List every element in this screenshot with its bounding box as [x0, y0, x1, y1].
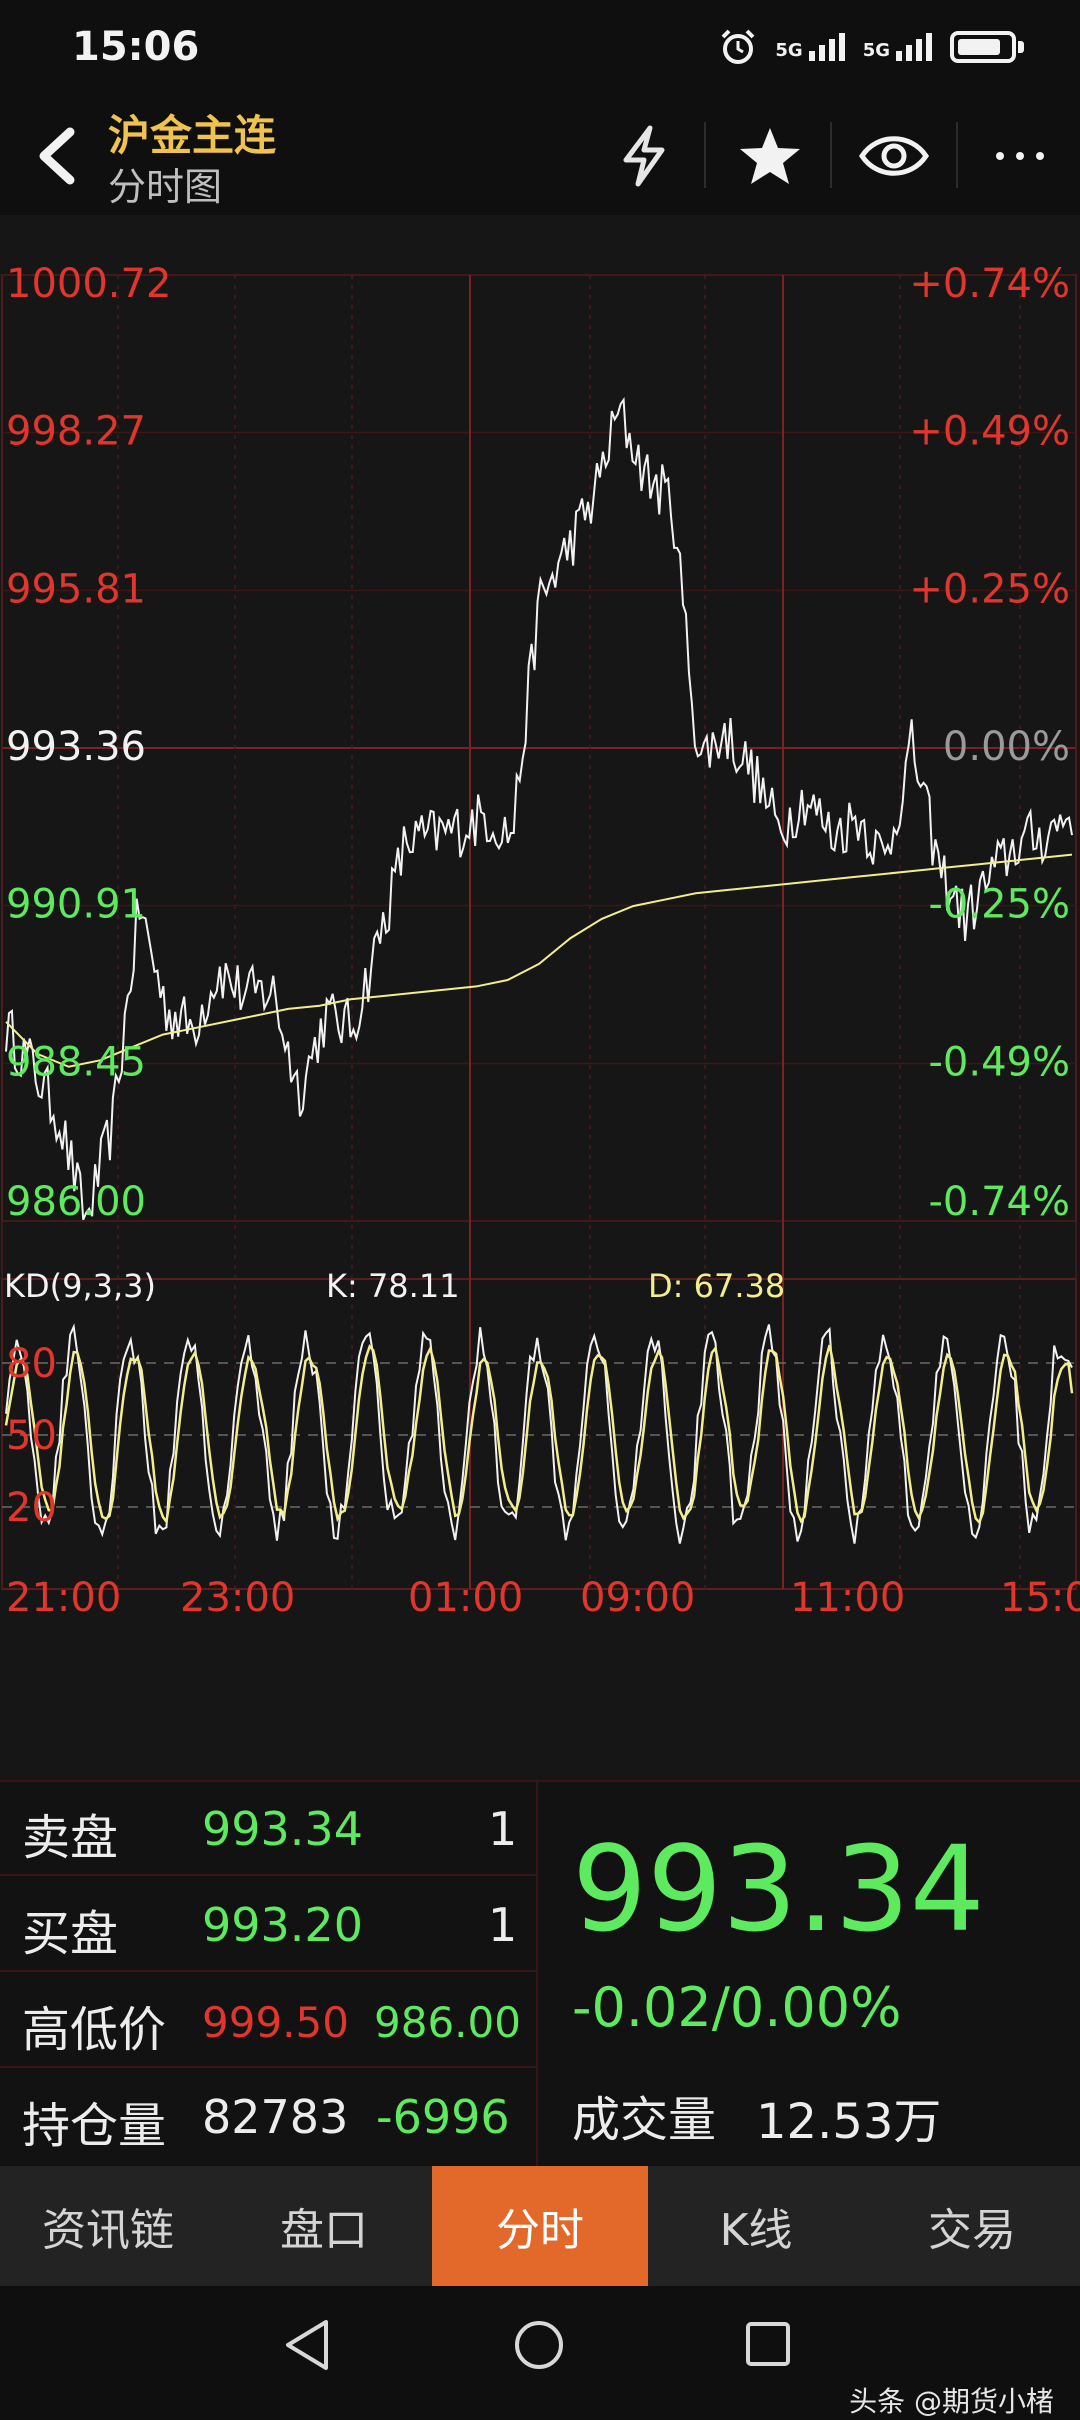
- clock: 15:06: [72, 24, 200, 70]
- d-line: [4, 1344, 1074, 1525]
- open-interest-label: 持仓量: [22, 2098, 167, 2154]
- pct-axis-label: 0.00%: [943, 724, 1070, 770]
- divider: [536, 1780, 538, 2166]
- price-axis-label: 986.00: [6, 1179, 146, 1225]
- pct-axis-label: +0.49%: [909, 408, 1070, 454]
- nav-back-icon[interactable]: [282, 2318, 334, 2372]
- ask-price: 993.34: [202, 1802, 363, 1856]
- open-interest-value: 82783: [202, 2090, 349, 2144]
- high-price: 999.50: [202, 1998, 349, 2047]
- bid-price: 993.20: [202, 1898, 363, 1952]
- pct-axis-label: +0.74%: [909, 261, 1070, 307]
- tab-news-chain[interactable]: 资讯链: [0, 2166, 216, 2286]
- network-label-2: 5G: [862, 40, 890, 61]
- network-label: 5G: [775, 40, 803, 61]
- price-line: [5, 396, 1073, 1221]
- status-icons: 5G 5G: [719, 28, 1024, 66]
- lightning-icon: [623, 125, 665, 187]
- back-button[interactable]: [20, 116, 100, 196]
- battery-icon: [950, 31, 1024, 63]
- high-low-label: 高低价: [22, 2002, 167, 2058]
- intraday-chart[interactable]: 1000.72 +0.74% 998.27 +0.49% 995.81 +0.25% 993…: [0, 215, 1080, 1785]
- time-axis-label: 23:00: [180, 1575, 295, 1621]
- status-bar: 15:06 5G 5G: [0, 0, 1080, 100]
- last-price: 993.34: [572, 1820, 985, 1958]
- signal-icon-2: 5G: [863, 33, 932, 61]
- chart-grid: [1, 274, 1077, 1590]
- watermark: 头条 @期货小楮: [849, 2385, 1054, 2418]
- ask-label: 卖盘: [22, 1810, 119, 1866]
- kd-indicator-label: KD(9,3,3): [4, 1267, 156, 1305]
- tab-kline[interactable]: K线: [648, 2166, 864, 2286]
- star-icon: [740, 128, 800, 184]
- time-axis-label: 09:00: [580, 1575, 695, 1621]
- high-low-row: 高低价 999.50 986.00: [0, 1972, 536, 2068]
- price-axis-label: 998.27: [6, 408, 146, 454]
- price-axis-label: 988.45: [6, 1040, 146, 1086]
- average-price-line: [5, 853, 1073, 1068]
- page-subtitle: 分时图: [108, 165, 223, 209]
- pct-axis-label: -0.49%: [928, 1040, 1070, 1086]
- lightning-button[interactable]: [604, 116, 684, 196]
- d-value-label: D: 67.38: [648, 1267, 785, 1305]
- price-axis-label: 993.36: [6, 724, 146, 770]
- time-axis-label: 11:00: [790, 1575, 905, 1621]
- open-interest-row: 持仓量 82783 -6996: [0, 2068, 536, 2162]
- volume-label: 成交量: [572, 2092, 717, 2148]
- k-line: [5, 1323, 1073, 1544]
- alarm-icon: [721, 29, 755, 64]
- open-interest-change: -6996: [376, 2090, 510, 2144]
- volume-value: 12.53万: [756, 2094, 942, 2150]
- kd-level-label: 20: [6, 1485, 57, 1531]
- more-icon: [996, 152, 1044, 160]
- low-price: 986.00: [374, 1998, 521, 2047]
- kd-frame: [1, 1278, 1077, 1590]
- divider: [830, 122, 832, 188]
- back-icon: [39, 127, 75, 185]
- price-axis-label: 990.91: [6, 881, 146, 927]
- time-axis-label: 21:00: [6, 1575, 121, 1621]
- eye-icon: [859, 136, 929, 176]
- ask-qty: 1: [488, 1802, 518, 1856]
- kd-level-label: 50: [6, 1413, 57, 1459]
- tab-trade[interactable]: 交易: [864, 2166, 1080, 2286]
- tab-bar: 资讯链 盘口 分时 K线 交易: [0, 2166, 1080, 2286]
- chart-labels: 1000.72 +0.74% 998.27 +0.49% 995.81 +0.25% 993…: [4, 261, 1080, 1621]
- pct-axis-label: -0.74%: [928, 1179, 1070, 1225]
- chart-canvas: 1000.72 +0.74% 998.27 +0.49% 995.81 +0.25% 993…: [1, 261, 1080, 1621]
- k-value-label: K: 78.11: [326, 1267, 460, 1305]
- tab-order-book[interactable]: 盘口: [216, 2166, 432, 2286]
- more-button[interactable]: [980, 116, 1060, 196]
- time-axis-label: 01:00: [408, 1575, 523, 1621]
- pct-axis-label: -0.25%: [928, 881, 1070, 927]
- watch-button[interactable]: [854, 116, 934, 196]
- price-change: -0.02/0.00%: [572, 1976, 902, 2039]
- page-title: 沪金主连: [108, 111, 277, 160]
- bid-row[interactable]: 买盘 993.20 1: [0, 1876, 536, 1972]
- nav-home-icon[interactable]: [512, 2318, 566, 2372]
- time-axis-label: 15:00: [1000, 1575, 1080, 1621]
- divider: [956, 122, 958, 188]
- quote-panel: 卖盘 993.34 1 买盘 993.20 1 高低价 999.50 986.0…: [0, 1780, 1080, 2166]
- kd-level-label: 80: [6, 1341, 57, 1387]
- price-axis-label: 1000.72: [6, 261, 171, 307]
- price-axis-label: 995.81: [6, 567, 146, 613]
- nav-recents-icon[interactable]: [744, 2320, 792, 2368]
- divider: [704, 122, 706, 188]
- bid-label: 买盘: [22, 1906, 119, 1962]
- ask-row[interactable]: 卖盘 993.34 1: [0, 1780, 536, 1876]
- favorite-button[interactable]: [730, 116, 810, 196]
- signal-icon: 5G: [775, 33, 845, 61]
- pct-axis-label: +0.25%: [909, 567, 1070, 613]
- bid-qty: 1: [488, 1898, 518, 1952]
- header: 沪金主连 分时图: [0, 100, 1080, 215]
- tab-intraday[interactable]: 分时: [432, 2166, 648, 2286]
